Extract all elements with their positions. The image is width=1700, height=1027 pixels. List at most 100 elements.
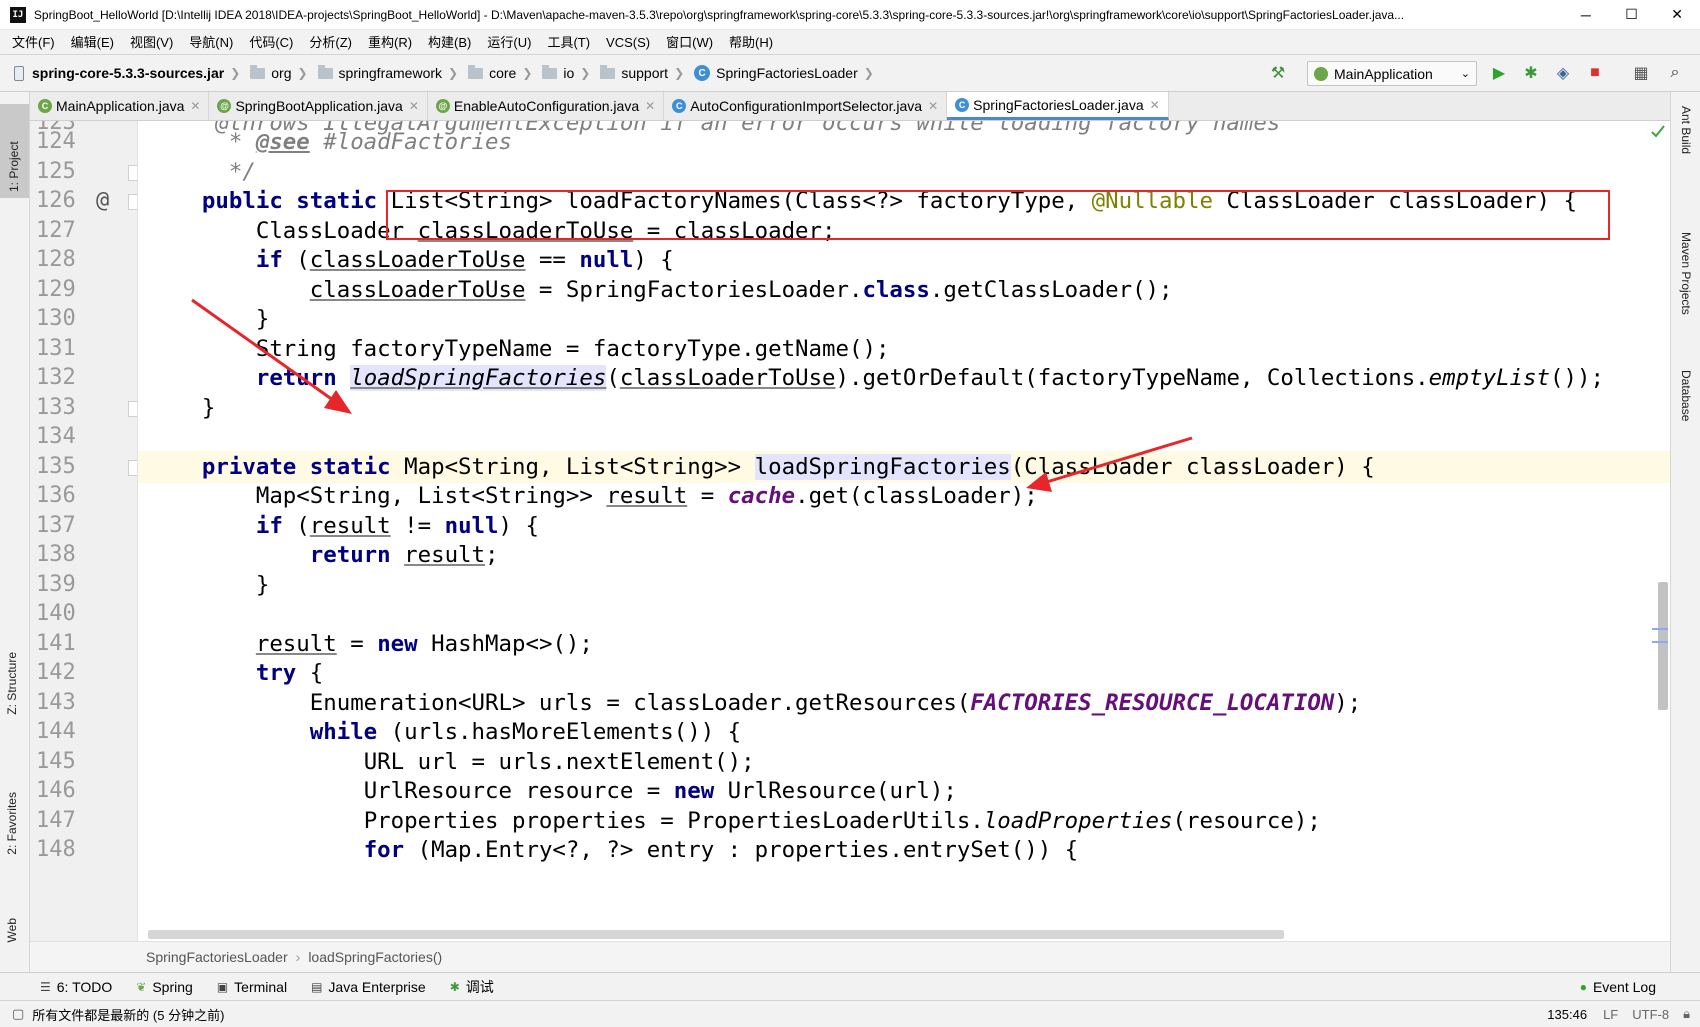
search-icon[interactable]: ⌕ xyxy=(1664,62,1686,84)
line-number: 129 xyxy=(36,277,76,302)
build-hammer-icon[interactable]: ⚒ xyxy=(1267,62,1289,84)
vertical-scrollbar[interactable] xyxy=(1658,582,1668,710)
menu-file[interactable]: 文件(F) xyxy=(4,30,63,55)
tool-project[interactable]: 1: Project xyxy=(0,104,29,198)
debug-icon[interactable]: ✱ xyxy=(1520,62,1542,84)
close-icon[interactable]: ✕ xyxy=(928,99,938,113)
line-number: 139 xyxy=(36,572,76,597)
tool-debug[interactable]: ✱ 调试 xyxy=(438,977,506,997)
breadcrumb-class[interactable]: C SpringFactoriesLoader ❯ xyxy=(690,55,880,92)
tool-label: 6: TODO xyxy=(56,978,113,995)
folder-icon xyxy=(468,64,484,79)
tool-ant-build[interactable]: Ant Build xyxy=(1679,106,1693,154)
code-text: ()); xyxy=(1550,365,1604,391)
breadcrumb-core[interactable]: core ❯ xyxy=(464,55,538,92)
menu-vcs[interactable]: VCS(S) xyxy=(598,30,658,55)
list-icon: ☰ xyxy=(40,979,51,994)
breadcrumb-springframework[interactable]: springframework ❯ xyxy=(314,55,465,92)
tool-spring[interactable]: ❦ Spring xyxy=(124,979,205,995)
tool-structure[interactable]: Z: Structure xyxy=(5,652,19,715)
breadcrumb-io[interactable]: io ❯ xyxy=(538,55,596,92)
menu-analyze[interactable]: 分析(Z) xyxy=(301,30,360,55)
editor-breadcrumb-method[interactable]: loadSpringFactories() xyxy=(308,949,442,965)
menu-run[interactable]: 运行(U) xyxy=(479,30,539,55)
tab-main-application[interactable]: C MainApplication.java ✕ xyxy=(30,92,210,120)
coverage-icon[interactable]: ◈ xyxy=(1552,62,1574,84)
lock-icon[interactable]: 🔒︎ xyxy=(1683,1006,1690,1022)
code-line-125: */ xyxy=(138,156,1670,188)
code-keyword: if xyxy=(255,513,283,539)
breadcrumb-org[interactable]: org ❯ xyxy=(246,55,313,92)
menu-code[interactable]: 代码(C) xyxy=(241,30,301,55)
editor-breadcrumb: SpringFactoriesLoader › loadSpringFactor… xyxy=(30,941,1670,972)
fold-marker-icon[interactable] xyxy=(128,460,137,476)
menu-refactor[interactable]: 重构(R) xyxy=(360,30,420,55)
code-line-148: for (Map.Entry<?, ?> entry : properties.… xyxy=(138,834,1670,866)
code-method-call[interactable]: loadSpringFactories xyxy=(350,365,607,391)
code-line-137: if (result != null) { xyxy=(138,510,1670,542)
run-configuration-select[interactable]: MainApplication ⌄ xyxy=(1307,61,1477,86)
menu-window[interactable]: 窗口(W) xyxy=(658,30,721,55)
menu-tools[interactable]: 工具(T) xyxy=(539,30,598,55)
code-text: != xyxy=(390,513,445,539)
menu-build[interactable]: 构建(B) xyxy=(420,30,479,55)
code-text: = xyxy=(336,631,378,657)
editor-breadcrumb-class[interactable]: SpringFactoriesLoader xyxy=(146,949,288,965)
close-icon[interactable]: ✕ xyxy=(409,99,419,113)
fold-marker-icon[interactable] xyxy=(128,165,137,181)
tool-java-enterprise[interactable]: ▤ Java Enterprise xyxy=(299,979,438,995)
line-number: 143 xyxy=(36,690,76,715)
code-keyword: if xyxy=(255,247,283,273)
tool-maven-projects[interactable]: Maven Projects xyxy=(1679,232,1693,315)
stop-icon[interactable]: ■ xyxy=(1584,62,1606,84)
menu-navigate[interactable]: 导航(N) xyxy=(181,30,241,55)
code-keyword: while xyxy=(309,719,378,745)
tab-spring-factories-loader[interactable]: C SpringFactoriesLoader.java ✕ xyxy=(947,92,1169,120)
tool-web[interactable]: Web xyxy=(5,918,19,942)
tool-todo[interactable]: ☰ 6: TODO xyxy=(28,979,124,995)
line-separator[interactable]: LF xyxy=(1603,1007,1618,1022)
line-number: 124 xyxy=(36,129,76,154)
tool-event-log[interactable]: ● Event Log xyxy=(1568,979,1668,995)
breadcrumb-jar[interactable]: spring-core-5.3.3-sources.jar ❯ xyxy=(32,55,246,92)
tool-favorites[interactable]: 2: Favorites xyxy=(5,792,19,855)
code-editor[interactable]: @throws IllegalArgumentException if an e… xyxy=(138,121,1670,941)
fold-marker-icon[interactable] xyxy=(128,401,137,417)
caret-position[interactable]: 135:46 xyxy=(1547,1007,1587,1022)
close-icon[interactable]: ✕ xyxy=(190,99,200,113)
maximize-button[interactable]: ☐ xyxy=(1609,0,1655,30)
project-structure-icon[interactable]: ▦ xyxy=(1630,62,1652,84)
status-toggle-icon[interactable]: ▢ xyxy=(12,1006,24,1022)
code-variable: classLoaderToUse xyxy=(309,277,526,303)
close-window-button[interactable]: ✕ xyxy=(1654,0,1700,30)
tab-auto-configuration-import-selector[interactable]: C AutoConfigurationImportSelector.java ✕ xyxy=(664,92,948,120)
file-encoding[interactable]: UTF-8 xyxy=(1632,1007,1669,1022)
code-line-142: try { xyxy=(138,657,1670,689)
tab-enable-auto-configuration[interactable]: @ EnableAutoConfiguration.java ✕ xyxy=(428,92,665,120)
code-method-declaration[interactable]: loadSpringFactories xyxy=(754,454,1011,480)
tool-database[interactable]: Database xyxy=(1679,370,1693,421)
run-icon[interactable]: ▶ xyxy=(1488,62,1510,84)
tab-springboot-application[interactable]: @ SpringBootApplication.java ✕ xyxy=(209,92,428,120)
minimize-button[interactable]: ─ xyxy=(1563,0,1609,30)
line-number: 125 xyxy=(36,159,76,184)
intellij-app-icon: IJ xyxy=(10,6,26,23)
horizontal-scrollbar[interactable] xyxy=(148,930,1284,939)
tool-terminal[interactable]: ▣ Terminal xyxy=(205,979,299,995)
override-marker-icon[interactable]: @ xyxy=(96,185,109,217)
debug-icon: ✱ xyxy=(449,979,460,994)
menu-help[interactable]: 帮助(H) xyxy=(721,30,781,55)
line-number: 146 xyxy=(36,778,76,803)
code-line-135: private static Map<String, List<String>>… xyxy=(138,451,1670,483)
breadcrumb-support[interactable]: support ❯ xyxy=(596,55,690,92)
code-line-143: Enumeration<URL> urls = classLoader.getR… xyxy=(138,687,1670,719)
code-variable: result xyxy=(404,542,486,568)
menu-view[interactable]: 视图(V) xyxy=(122,30,181,55)
close-icon[interactable]: ✕ xyxy=(645,99,655,113)
close-icon[interactable]: ✕ xyxy=(1150,98,1160,112)
fold-marker-icon[interactable] xyxy=(128,194,137,210)
code-text: ( xyxy=(282,247,310,273)
code-variable: classLoaderToUse xyxy=(309,247,526,273)
tool-label: Spring xyxy=(152,978,193,995)
menu-edit[interactable]: 编辑(E) xyxy=(63,30,122,55)
